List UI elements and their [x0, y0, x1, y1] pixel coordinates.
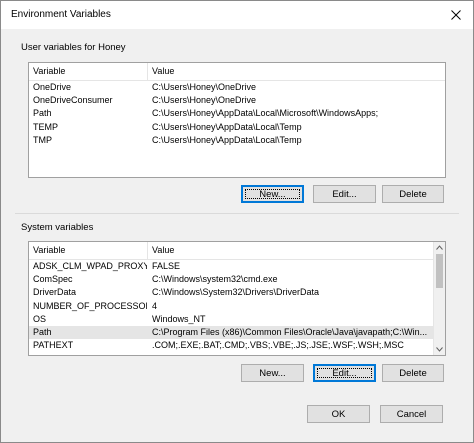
- column-header-value[interactable]: Value: [147, 63, 445, 80]
- table-row[interactable]: ADSK_CLM_WPAD_PROXY_... FALSE: [29, 260, 434, 273]
- section-divider: [15, 213, 459, 214]
- system-delete-button[interactable]: Delete: [382, 364, 444, 382]
- table-row[interactable]: OneDrive C:\Users\Honey\OneDrive: [29, 81, 445, 94]
- close-icon: [451, 10, 461, 20]
- table-row-selected[interactable]: Path C:\Program Files (x86)\Common Files…: [29, 325, 434, 340]
- column-header-variable[interactable]: Variable: [29, 63, 147, 80]
- scroll-up-button[interactable]: [434, 242, 445, 253]
- system-variables-label: System variables: [21, 222, 94, 233]
- user-list-header: Variable Value: [29, 63, 445, 81]
- window-title: Environment Variables: [11, 9, 111, 20]
- scroll-down-button[interactable]: [434, 344, 445, 355]
- system-variables-list[interactable]: Variable Value ADSK_CLM_WPAD_PROXY_... F…: [28, 241, 446, 356]
- system-edit-button[interactable]: Edit...: [313, 364, 376, 382]
- table-row[interactable]: OS Windows_NT: [29, 313, 434, 326]
- user-delete-button[interactable]: Delete: [382, 185, 444, 203]
- column-header-variable[interactable]: Variable: [29, 242, 147, 259]
- table-row[interactable]: OneDriveConsumer C:\Users\Honey\OneDrive: [29, 94, 445, 107]
- table-row[interactable]: PATHEXT .COM;.EXE;.BAT;.CMD;.VBS;.VBE;.J…: [29, 339, 434, 352]
- user-new-button[interactable]: New...: [241, 185, 304, 203]
- system-new-button[interactable]: New...: [241, 364, 304, 382]
- table-row[interactable]: NUMBER_OF_PROCESSORS 4: [29, 300, 434, 313]
- chevron-down-icon: [436, 347, 443, 352]
- table-row[interactable]: TEMP C:\Users\Honey\AppData\Local\Temp: [29, 121, 445, 134]
- system-list-header: Variable Value: [29, 242, 434, 260]
- table-row[interactable]: TMP C:\Users\Honey\AppData\Local\Temp: [29, 134, 445, 147]
- column-header-value[interactable]: Value: [147, 242, 434, 259]
- ok-button[interactable]: OK: [307, 405, 370, 423]
- title-bar: Environment Variables: [1, 1, 473, 29]
- table-row[interactable]: ComSpec C:\Windows\system32\cmd.exe: [29, 273, 434, 286]
- close-button[interactable]: [445, 4, 467, 26]
- cancel-button[interactable]: Cancel: [380, 405, 443, 423]
- vertical-scrollbar[interactable]: [433, 242, 445, 355]
- scrollbar-thumb[interactable]: [436, 254, 443, 288]
- table-row[interactable]: DriverData C:\Windows\System32\Drivers\D…: [29, 286, 434, 299]
- user-edit-button[interactable]: Edit...: [313, 185, 376, 203]
- chevron-up-icon: [436, 245, 443, 250]
- environment-variables-dialog: Environment Variables User variables for…: [0, 0, 474, 443]
- table-row[interactable]: Path C:\Users\Honey\AppData\Local\Micros…: [29, 107, 445, 120]
- user-variables-list[interactable]: Variable Value OneDrive C:\Users\Honey\O…: [28, 62, 446, 178]
- user-variables-label: User variables for Honey: [21, 42, 126, 53]
